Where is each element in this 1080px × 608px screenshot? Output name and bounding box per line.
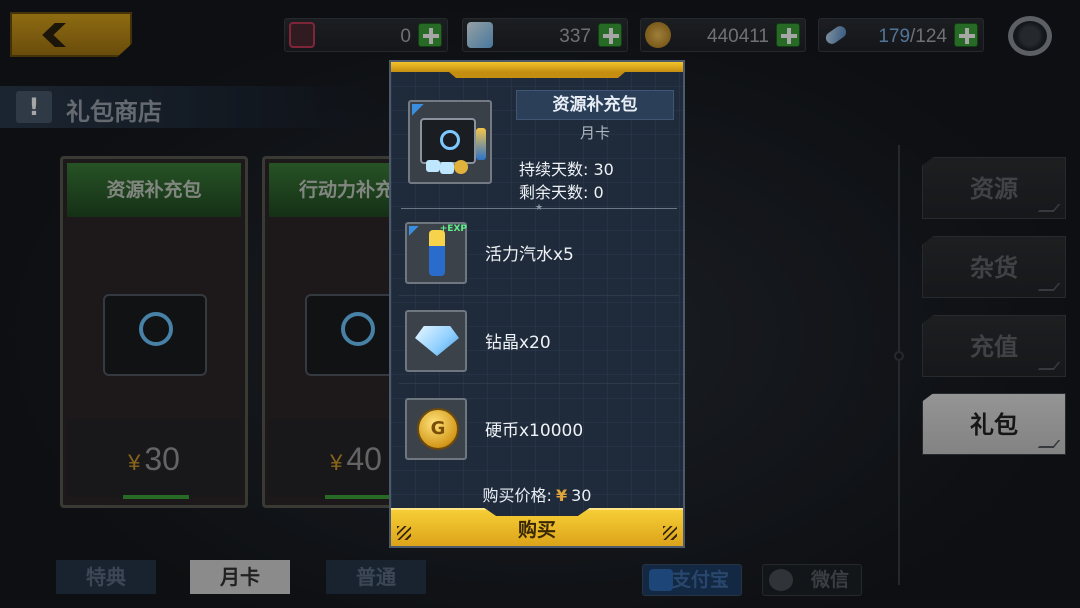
dialog-top-edge [391, 62, 683, 72]
list-item: G 硬币x10000 [399, 384, 679, 472]
exp-tag: +EXP [439, 224, 467, 234]
pack-name: 资源补充包 [516, 90, 674, 120]
remaining-label: 剩余天数: [519, 183, 589, 202]
list-item: 钻晶x20 [399, 296, 679, 384]
pack-type: 月卡 [579, 124, 610, 142]
duration-value: 30 [593, 160, 614, 179]
coin-glyph: G [417, 408, 459, 450]
duration-label: 持续天数: [519, 160, 589, 179]
buy-button[interactable]: 购买 [391, 508, 683, 546]
item-label: 钻晶x20 [485, 333, 551, 353]
yen-symbol: ¥ [555, 486, 568, 505]
item-label: 硬币x10000 [485, 421, 584, 441]
remaining-stat: 剩余天数: 0 [519, 179, 604, 203]
remaining-value: 0 [593, 183, 604, 202]
coin-icon: G [405, 398, 467, 460]
duration-stat: 持续天数: 30 [519, 156, 614, 180]
buy-label: 购买 [517, 519, 556, 541]
soda-bottle-icon: +EXP [405, 222, 467, 284]
pack-detail-dialog: 资源补充包 月卡 持续天数: 30 剩余天数: 0 ★ +EXP 活力汽水x5 … [389, 60, 685, 548]
list-item: +EXP 活力汽水x5 [399, 208, 679, 296]
price-label: 购买价格: [482, 486, 552, 505]
pack-icon [408, 100, 492, 184]
dialog-notch [449, 72, 625, 78]
item-label: 活力汽水x5 [485, 245, 574, 265]
price-value: 30 [571, 486, 592, 505]
purchase-price: 购买价格: ¥30 [391, 482, 683, 506]
crystal-icon [405, 310, 467, 372]
